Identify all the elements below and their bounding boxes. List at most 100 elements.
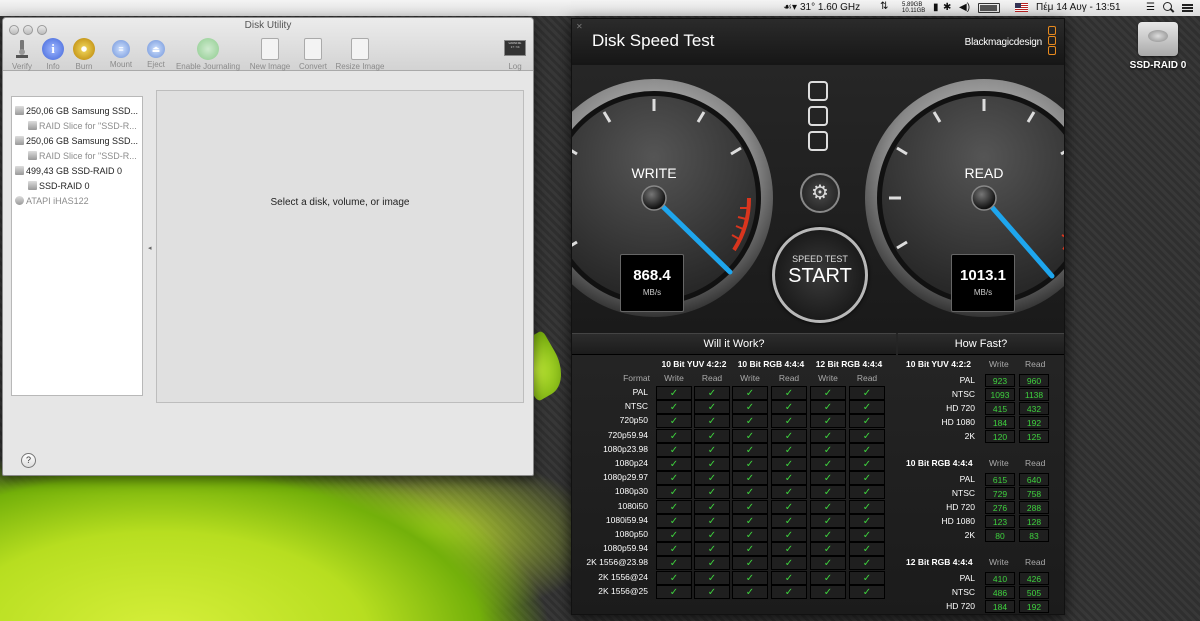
format-row: 1080p23.98 ✓ ✓ ✓ ✓ ✓ ✓ [578, 442, 885, 457]
how-fast-row-label: NTSC [951, 389, 975, 399]
notification-center-icon[interactable] [1182, 4, 1193, 15]
check-icon: ✓ [732, 414, 768, 429]
how-fast-row-label: HD 720 [946, 403, 975, 413]
disk-list-item[interactable]: RAID Slice for "SSD-R... [28, 120, 137, 131]
check-icon: ✓ [810, 499, 846, 514]
check-icon: ✓ [656, 442, 692, 457]
how-fast-row-label: 2K [964, 530, 975, 540]
log-console-icon: WARNING 17:34 [504, 40, 526, 56]
format-label: 720p50 [619, 415, 648, 426]
network-status-icon[interactable]: ⇅ [880, 1, 888, 12]
check-icon: ✓ [732, 528, 768, 542]
how-fast-write-value: 486 [985, 586, 1015, 599]
check-icon: ✓ [771, 556, 807, 571]
how-fast-write-value: 276 [985, 501, 1015, 514]
toolbar-info-button[interactable]: i Info [41, 38, 65, 71]
view-selector-box[interactable] [808, 81, 828, 101]
check-icon: ✓ [849, 386, 885, 400]
disk-list-item-label: 499,43 GB SSD-RAID 0 [26, 166, 123, 176]
memory-readout[interactable]: 5.89GB 10.11GB [902, 2, 925, 14]
user-menu-icon[interactable]: ☰ [1146, 2, 1155, 13]
how-fast-read-value: 192 [1019, 600, 1049, 613]
check-icon: ✓ [810, 513, 846, 528]
toolbar-eject-button[interactable]: ⏏ Eject [143, 38, 169, 69]
how-fast-read-value: 288 [1019, 501, 1049, 514]
spotlight-search-icon[interactable] [1163, 2, 1172, 14]
close-icon[interactable]: ✕ [576, 22, 583, 31]
view-selector-box[interactable] [808, 106, 828, 126]
cpu-temp-readout[interactable]: 31° 1.60 GHz [800, 2, 860, 13]
how-fast-row-label: PAL [959, 573, 975, 583]
disk-utility-window: Disk Utility Verify i Info Burn ≡ Mount … [2, 17, 534, 476]
check-icon: ✓ [732, 513, 768, 528]
toolbar-resize-image-button[interactable]: Resize Image [334, 38, 386, 71]
disk-list-item[interactable]: 250,06 GB Samsung SSD... [15, 105, 138, 116]
write-column-header: Write [989, 359, 1009, 369]
format-label: 2K 1556@25 [598, 585, 648, 596]
disk-utility-titlebar[interactable]: Disk Utility Verify i Info Burn ≡ Mount … [3, 18, 533, 71]
format-row: NTSC ✓ ✓ ✓ ✓ ✓ ✓ [578, 400, 885, 415]
toolbar-log-button[interactable]: WARNING 17:34 Log [503, 38, 527, 71]
toolbar-label: Enable Journaling [175, 62, 241, 71]
app-title: Disk Speed Test [592, 31, 715, 50]
disk-list-item[interactable]: 250,06 GB Samsung SSD... [15, 135, 138, 146]
format-row: 2K 1556@23.98 ✓ ✓ ✓ ✓ ✓ ✓ [578, 556, 885, 571]
toolbar-label: Mount [109, 60, 133, 69]
disk-icon [15, 136, 24, 145]
disk-list-item[interactable]: ATAPI iHAS122 [15, 195, 89, 206]
read-column-header: Read [1025, 557, 1046, 567]
cpu-graph-icon[interactable]: ▮ [933, 2, 939, 13]
how-fast-row-label: HD 1080 [941, 516, 975, 526]
toolbar-burn-button[interactable]: Burn [71, 38, 97, 71]
toolbar-enable-journaling-button[interactable]: Enable Journaling [174, 38, 242, 71]
clock-datetime[interactable]: Πέμ 14 Αυγ - 13:51 [1036, 2, 1121, 13]
toolbar-new-image-button[interactable]: New Image [248, 38, 292, 71]
status-menu-icon[interactable]: ☙▾ [783, 2, 797, 13]
speed-test-header[interactable]: ✕ Disk Speed Test Blackmagicdesign [572, 19, 1064, 66]
format-label: 1080p24 [614, 458, 648, 468]
disk-list-item[interactable]: 499,43 GB SSD-RAID 0 [15, 165, 122, 176]
bluetooth-icon[interactable]: ✱ [943, 2, 951, 13]
will-it-work-header: Will it Work? [572, 333, 896, 355]
volume-icon[interactable]: ◀) [959, 2, 970, 13]
check-icon: ✓ [849, 513, 885, 528]
view-selector[interactable] [808, 81, 828, 156]
convert-icon [304, 38, 322, 60]
toolbar-convert-button[interactable]: Convert [296, 38, 330, 71]
check-icon: ✓ [694, 542, 730, 557]
disk-list-sidebar[interactable]: 250,06 GB Samsung SSD... RAID Slice for … [11, 96, 143, 396]
input-flag-icon[interactable] [1015, 2, 1028, 14]
help-button[interactable]: ? [21, 453, 36, 468]
format-row: PAL ✓ ✓ ✓ ✓ ✓ ✓ [578, 386, 885, 400]
split-view-handle[interactable]: ◂ [148, 244, 152, 252]
check-icon: ✓ [849, 414, 885, 429]
toolbar-mount-button[interactable]: ≡ Mount [106, 38, 136, 69]
toolbar-verify-button[interactable]: Verify [9, 38, 35, 71]
desktop-disk-icon[interactable]: SSD-RAID 0 [1128, 22, 1188, 71]
check-icon: ✓ [771, 457, 807, 471]
check-icon: ✓ [656, 471, 692, 486]
settings-gear-icon[interactable]: ⚙ [800, 173, 840, 213]
view-selector-box[interactable] [808, 131, 828, 151]
format-row: 720p59.94 ✓ ✓ ✓ ✓ ✓ ✓ [578, 428, 885, 443]
read-column-header: Read [1025, 359, 1046, 369]
disk-list-item[interactable]: RAID Slice for "SSD-R... [28, 150, 137, 161]
disk-list-item-label: SSD-RAID 0 [39, 181, 90, 191]
check-icon: ✓ [656, 542, 692, 557]
write-column-header: Write [740, 373, 760, 383]
check-icon: ✓ [771, 584, 807, 599]
how-fast-write-value: 123 [985, 515, 1015, 528]
check-icon: ✓ [849, 400, 885, 415]
battery-icon[interactable] [978, 2, 1000, 15]
mount-icon: ≡ [112, 40, 130, 58]
toolbar-label: Resize Image [335, 62, 385, 71]
check-icon: ✓ [771, 386, 807, 400]
how-fast-write-value: 120 [985, 430, 1015, 443]
check-icon: ✓ [656, 485, 692, 500]
disk-list-item-label: 250,06 GB Samsung SSD... [26, 106, 139, 116]
speed-test-start-button[interactable]: SPEED TEST START [772, 227, 868, 323]
format-row: 2K 1556@25 ✓ ✓ ✓ ✓ ✓ ✓ [578, 584, 885, 599]
disk-icon [15, 106, 24, 115]
disk-list-item[interactable]: SSD-RAID 0 [28, 180, 90, 191]
gauge-redline [1062, 246, 1064, 250]
